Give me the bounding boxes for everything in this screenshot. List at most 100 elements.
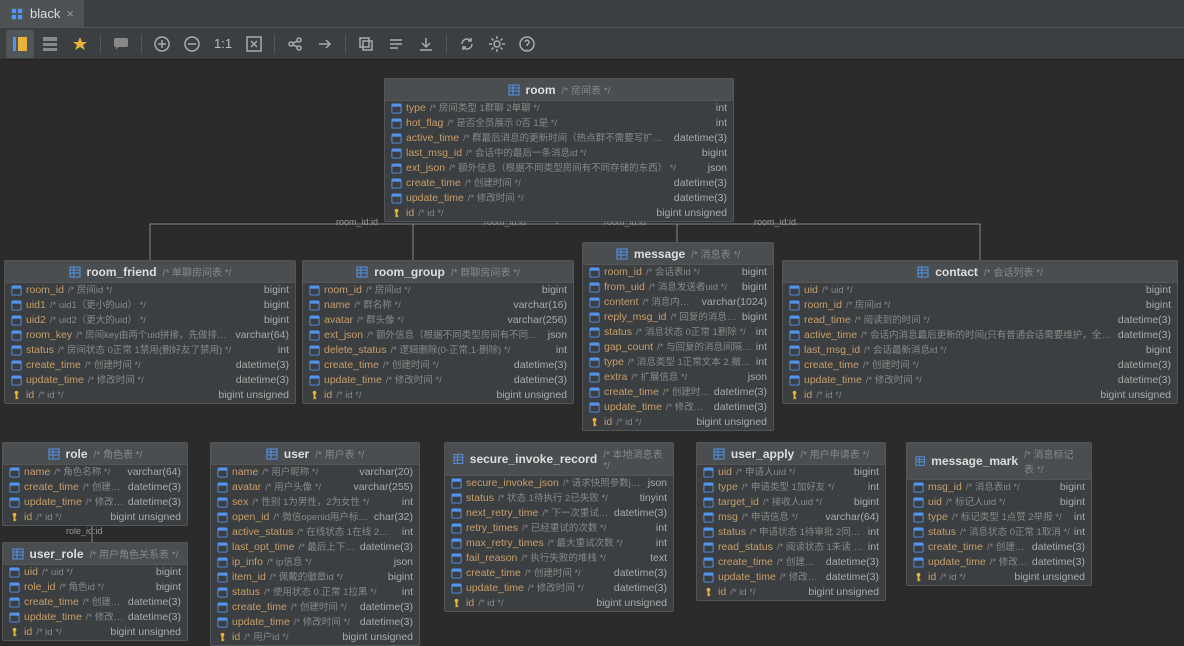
- table-user_apply[interactable]: user_apply /* 用户申请表 */uid/* 申请人uid */big…: [696, 442, 886, 601]
- table-column[interactable]: type/* 申请类型 1加好友 */int: [697, 480, 885, 495]
- table-column[interactable]: create_time/* 创建时间 */datetime(3): [445, 566, 673, 581]
- table-column[interactable]: room_id/* 房间id */bigint: [783, 298, 1177, 313]
- table-column[interactable]: content/* 消息内容 */varchar(1024): [583, 295, 773, 310]
- table-column[interactable]: id/* id */bigint unsigned: [3, 625, 187, 640]
- table-column[interactable]: status/* 状态 1待执行 2已失败 */tinyint: [445, 491, 673, 506]
- table-column[interactable]: uid/* 标记人uid */bigint: [907, 495, 1091, 510]
- settings-btn[interactable]: [483, 30, 511, 58]
- table-column[interactable]: active_time/* 群最后消息的更新时间（热点群不需要写扩散，只更新这里…: [385, 131, 733, 146]
- close-icon[interactable]: ×: [66, 6, 74, 21]
- table-column[interactable]: create_time/* 创建时间 */datetime(3): [583, 385, 773, 400]
- table-column[interactable]: avatar/* 用户头像 */varchar(255): [211, 480, 419, 495]
- table-column[interactable]: next_retry_time/* 下一次重试的时间 */datetime(3): [445, 506, 673, 521]
- table-column[interactable]: update_time/* 修改时间 */datetime(3): [3, 610, 187, 625]
- tab-black[interactable]: black ×: [0, 0, 84, 28]
- table-column[interactable]: create_time/* 创建时间 */datetime(3): [211, 600, 419, 615]
- table-column[interactable]: create_time/* 创建时间 */datetime(3): [303, 358, 573, 373]
- table-room_group[interactable]: room_group /* 群聊房间表 */room_id/* 房间id */b…: [302, 260, 574, 404]
- table-message_mark[interactable]: message_mark /* 消息标记表 */msg_id/* 消息表id *…: [906, 442, 1092, 586]
- table-column[interactable]: secure_invoke_json/* 请求快照参数json */json: [445, 476, 673, 491]
- table-column[interactable]: type/* 标记类型 1点赞 2举报 */int: [907, 510, 1091, 525]
- table-column[interactable]: reply_msg_id/* 回复的消息内容 */bigint: [583, 310, 773, 325]
- share-btn[interactable]: [281, 30, 309, 58]
- table-column[interactable]: update_time/* 修改时间 */datetime(3): [211, 615, 419, 630]
- table-column[interactable]: extra/* 扩展信息 */json: [583, 370, 773, 385]
- layout-btn-3[interactable]: [66, 30, 94, 58]
- table-column[interactable]: open_id/* 微信openid用户标识 */char(32): [211, 510, 419, 525]
- table-column[interactable]: update_time/* 修改时间 */datetime(3): [697, 570, 885, 585]
- table-column[interactable]: active_status/* 在线状态 1在线 2离线 */int: [211, 525, 419, 540]
- table-column[interactable]: uid1/* uid1（更小的uid） */bigint: [5, 298, 295, 313]
- table-column[interactable]: msg/* 申请信息 */varchar(64): [697, 510, 885, 525]
- zoom-reset-btn[interactable]: 1:1: [208, 30, 238, 58]
- table-column[interactable]: target_id/* 接收人uid */bigint: [697, 495, 885, 510]
- table-column[interactable]: uid2/* uid2（更大的uid） */bigint: [5, 313, 295, 328]
- table-column[interactable]: ext_json/* 额外信息（根据不同类型房间有不同存储的东西） */json: [303, 328, 573, 343]
- table-column[interactable]: create_time/* 创建时间 */datetime(3): [907, 540, 1091, 555]
- table-column[interactable]: create_time/* 创建时间 */datetime(3): [385, 176, 733, 191]
- table-column[interactable]: name/* 用户昵称 */varchar(20): [211, 465, 419, 480]
- table-column[interactable]: id/* id */bigint unsigned: [385, 206, 733, 221]
- table-column[interactable]: id/* id */bigint unsigned: [783, 388, 1177, 403]
- layout-btn-2[interactable]: [36, 30, 64, 58]
- table-column[interactable]: update_time/* 修改时间 */datetime(3): [3, 495, 187, 510]
- table-column[interactable]: id/* id */bigint unsigned: [907, 570, 1091, 585]
- zoom-in-btn[interactable]: [148, 30, 176, 58]
- table-column[interactable]: sex/* 性别 1为男性，2为女性 */int: [211, 495, 419, 510]
- table-column[interactable]: uid/* 申请人uid */bigint: [697, 465, 885, 480]
- table-contact[interactable]: contact /* 会话列表 */uid/* uid */bigintroom…: [782, 260, 1178, 404]
- fit-btn[interactable]: [240, 30, 268, 58]
- table-column[interactable]: ip_info/* ip信息 */json: [211, 555, 419, 570]
- table-column[interactable]: last_msg_id/* 会话最新消息id */bigint: [783, 343, 1177, 358]
- export-btn[interactable]: [412, 30, 440, 58]
- table-column[interactable]: role_id/* 角色id */bigint: [3, 580, 187, 595]
- table-column[interactable]: msg_id/* 消息表id */bigint: [907, 480, 1091, 495]
- table-column[interactable]: from_uid/* 消息发送者uid */bigint: [583, 280, 773, 295]
- table-column[interactable]: create_time/* 创建时间 */datetime(3): [3, 480, 187, 495]
- table-column[interactable]: hot_flag/* 是否全员展示 0否 1是 */int: [385, 116, 733, 131]
- table-column[interactable]: update_time/* 修改时间 */datetime(3): [385, 191, 733, 206]
- table-column[interactable]: update_time/* 修改时间 */datetime(3): [445, 581, 673, 596]
- table-column[interactable]: id/* id */bigint unsigned: [5, 388, 295, 403]
- jump-btn[interactable]: [311, 30, 339, 58]
- help-btn[interactable]: [513, 30, 541, 58]
- table-column[interactable]: max_retry_times/* 最大重试次数 */int: [445, 536, 673, 551]
- table-column[interactable]: ext_json/* 额外信息（根据不同类型房间有不同存储的东西） */json: [385, 161, 733, 176]
- layout-btn-1[interactable]: [6, 30, 34, 58]
- table-column[interactable]: name/* 群名称 */varchar(16): [303, 298, 573, 313]
- table-message[interactable]: message /* 消息表 */room_id/* 会话表id */bigin…: [582, 242, 774, 431]
- table-column[interactable]: id/* id */bigint unsigned: [303, 388, 573, 403]
- table-column[interactable]: uid/* uid */bigint: [3, 565, 187, 580]
- table-column[interactable]: name/* 角色名称 */varchar(64): [3, 465, 187, 480]
- list-btn[interactable]: [382, 30, 410, 58]
- table-column[interactable]: room_key/* 房间key由两个uid拼接，先做排序uid1_uid2 *…: [5, 328, 295, 343]
- table-column[interactable]: item_id/* 佩戴的徽章id */bigint: [211, 570, 419, 585]
- table-column[interactable]: room_id/* 房间id */bigint: [5, 283, 295, 298]
- table-column[interactable]: update_time/* 修改时间 */datetime(3): [783, 373, 1177, 388]
- diagram-canvas[interactable]: room_id:id room_id:id room_id:id room_id…: [0, 60, 1184, 644]
- table-column[interactable]: retry_times/* 已经重试的次数 */int: [445, 521, 673, 536]
- table-column[interactable]: create_time/* 创建时间 */datetime(3): [697, 555, 885, 570]
- table-role[interactable]: role /* 角色表 */name/* 角色名称 */varchar(64)c…: [2, 442, 188, 526]
- table-column[interactable]: status/* 房间状态 0正常 1禁用(删好友了禁用) */int: [5, 343, 295, 358]
- table-column[interactable]: status/* 消息状态 0正常 1删除 */int: [583, 325, 773, 340]
- table-column[interactable]: id/* id */bigint unsigned: [445, 596, 673, 611]
- table-column[interactable]: status/* 申请状态 1待审批 2同意 */int: [697, 525, 885, 540]
- table-column[interactable]: update_time/* 修改时间 */datetime(3): [583, 400, 773, 415]
- table-column[interactable]: delete_status/* 逻辑删除(0-正常,1-删除) */int: [303, 343, 573, 358]
- table-column[interactable]: id/* id */bigint unsigned: [3, 510, 187, 525]
- refresh-btn[interactable]: [453, 30, 481, 58]
- zoom-out-btn[interactable]: [178, 30, 206, 58]
- table-column[interactable]: id/* id */bigint unsigned: [697, 585, 885, 600]
- table-column[interactable]: id/* 用户id */bigint unsigned: [211, 630, 419, 645]
- table-column[interactable]: create_time/* 创建时间 */datetime(3): [3, 595, 187, 610]
- table-user[interactable]: user /* 用户表 */name/* 用户昵称 */varchar(20)a…: [210, 442, 420, 646]
- table-column[interactable]: read_time/* 阅读到的时间 */datetime(3): [783, 313, 1177, 328]
- table-column[interactable]: create_time/* 创建时间 */datetime(3): [783, 358, 1177, 373]
- table-column[interactable]: type/* 房间类型 1群聊 2单聊 */int: [385, 101, 733, 116]
- table-column[interactable]: type/* 消息类型 1正常文本 2.撤回消息 */int: [583, 355, 773, 370]
- table-column[interactable]: uid/* uid */bigint: [783, 283, 1177, 298]
- table-column[interactable]: update_time/* 修改时间 */datetime(3): [303, 373, 573, 388]
- table-column[interactable]: create_time/* 创建时间 */datetime(3): [5, 358, 295, 373]
- table-column[interactable]: room_id/* 会话表id */bigint: [583, 265, 773, 280]
